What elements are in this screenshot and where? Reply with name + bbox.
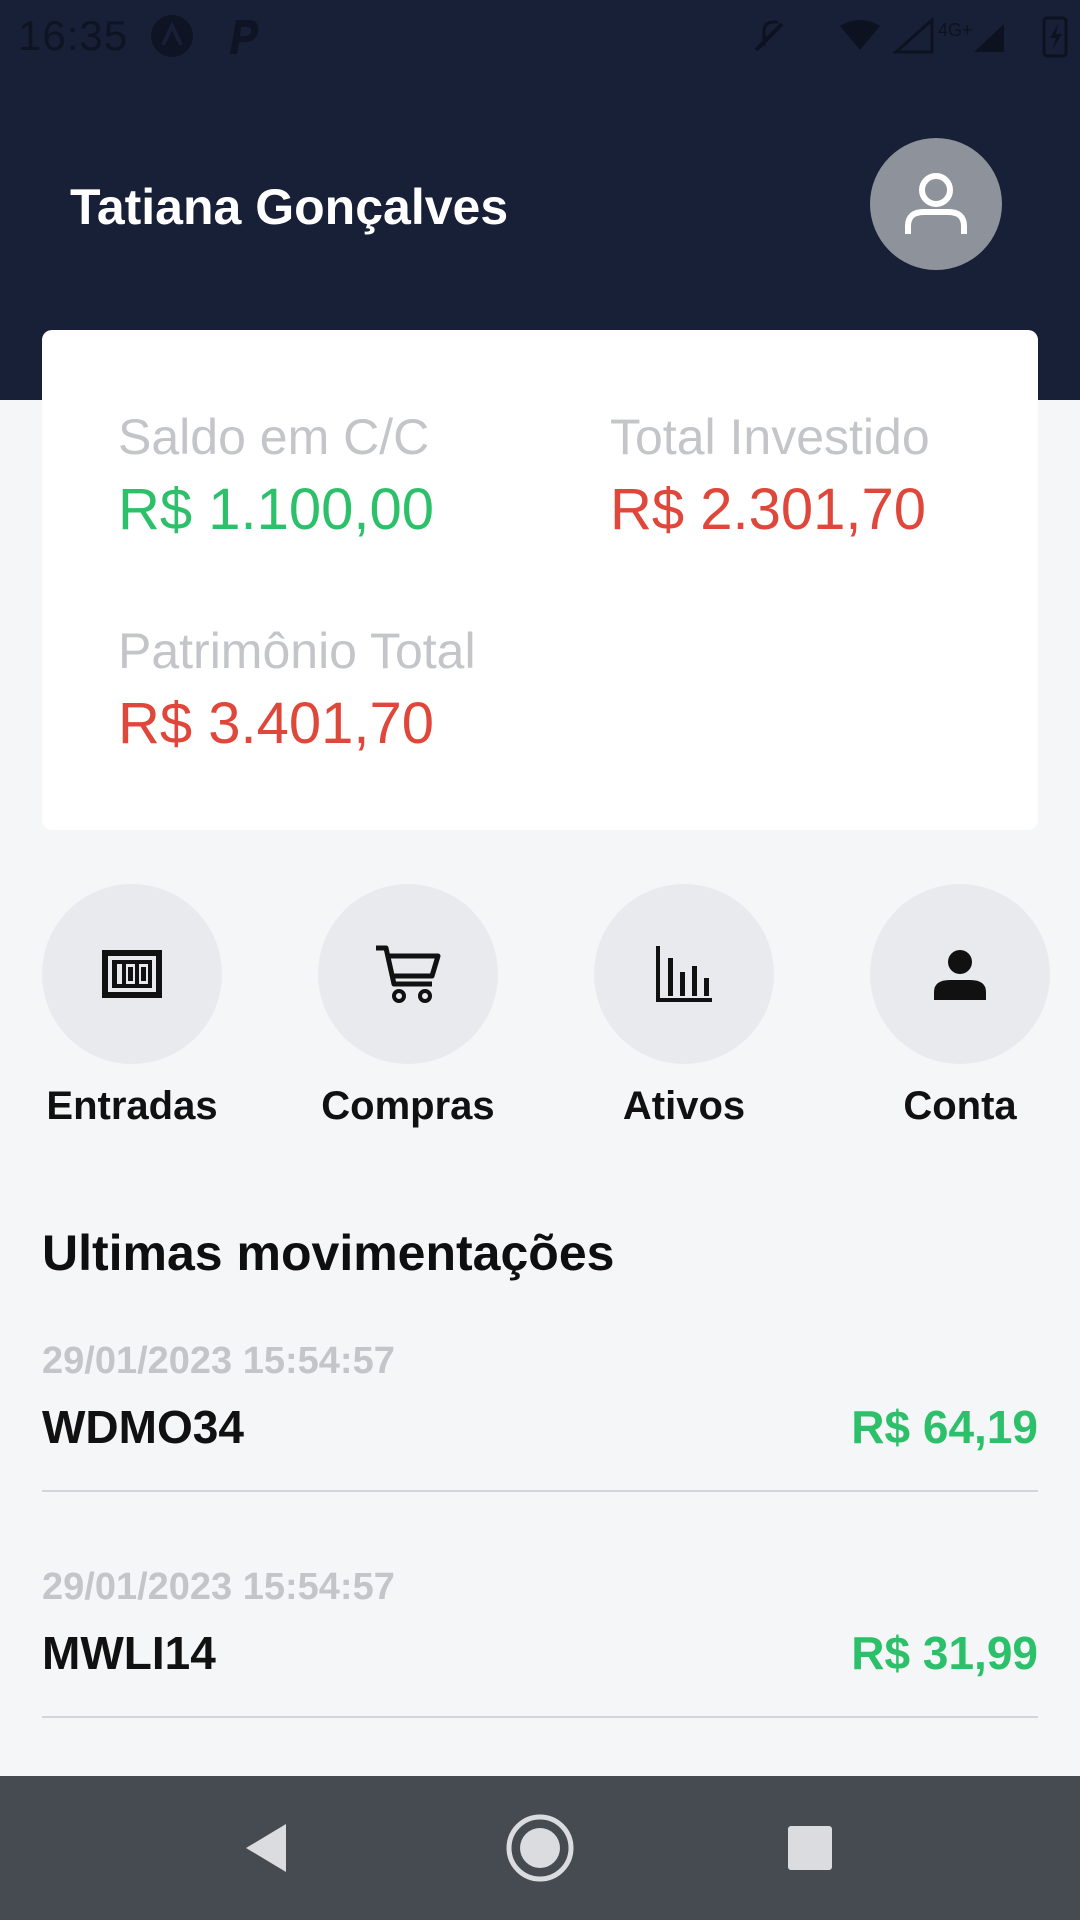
action-ativos[interactable]: Ativos — [594, 884, 774, 1128]
action-conta-label: Conta — [903, 1084, 1017, 1128]
movements-title: Ultimas movimentações — [42, 1225, 615, 1281]
action-ativos-label: Ativos — [622, 1084, 746, 1128]
nav-home-button[interactable] — [498, 1806, 582, 1890]
balance-value: R$ 1.100,00 — [118, 477, 435, 542]
profile-avatar-button[interactable] — [870, 138, 1002, 270]
notification-app-icon — [150, 14, 194, 58]
movement-ticker: WDMO34 — [42, 1401, 244, 1453]
user-name: Tatiana Gonçalves — [70, 179, 509, 235]
equity-value: R$ 3.401,70 — [118, 691, 435, 756]
movement-amount: R$ 64,19 — [851, 1401, 1038, 1453]
back-triangle-icon — [246, 1824, 286, 1872]
money-icon — [102, 950, 162, 998]
balance-label: Saldo em C/C — [118, 409, 430, 465]
action-entradas-label: Entradas — [46, 1084, 218, 1128]
invested-label: Total Investido — [610, 409, 930, 465]
network-type-label: 4G+ — [938, 20, 973, 40]
action-compras[interactable]: Compras — [318, 884, 498, 1128]
action-conta-button[interactable] — [870, 884, 1050, 1064]
nav-back-button[interactable] — [224, 1806, 308, 1890]
action-conta[interactable]: Conta — [870, 884, 1050, 1128]
invested-value: R$ 2.301,70 — [610, 477, 927, 542]
status-bar: 16:35 4G+ — [0, 0, 1080, 72]
parking-notification-icon — [222, 14, 266, 58]
action-compras-button[interactable] — [318, 884, 498, 1064]
movement-date: 29/01/2023 15:54:57 — [42, 1340, 395, 1382]
home-circle-icon — [506, 1814, 574, 1882]
bar-chart-icon — [656, 946, 712, 1002]
system-status-icons: 4G+ — [754, 16, 1068, 58]
movement-date: 29/01/2023 15:54:57 — [42, 1566, 395, 1608]
person-icon — [934, 950, 986, 1000]
summary-card: Saldo em C/C R$ 1.100,00 Total Investido… — [42, 330, 1038, 830]
action-entradas[interactable]: Entradas — [42, 884, 222, 1128]
action-ativos-button[interactable] — [594, 884, 774, 1064]
nav-recents-button[interactable] — [768, 1806, 852, 1890]
movement-row[interactable]: 29/01/2023 15:54:57 WDMO34 R$ 64,19 — [42, 1340, 1038, 1492]
movement-amount: R$ 31,99 — [851, 1627, 1038, 1679]
action-entradas-button[interactable] — [42, 884, 222, 1064]
cart-icon — [376, 945, 441, 1003]
movement-row[interactable]: 29/01/2023 15:54:57 MWLI14 R$ 31,99 — [42, 1566, 1038, 1718]
user-outline-icon — [905, 173, 967, 234]
equity-label: Patrimônio Total — [118, 623, 476, 679]
movement-ticker: MWLI14 — [42, 1627, 216, 1679]
action-compras-label: Compras — [321, 1084, 495, 1128]
system-nav-bar — [0, 1776, 1080, 1920]
recents-square-icon — [788, 1826, 832, 1870]
status-time: 16:35 — [18, 12, 129, 59]
